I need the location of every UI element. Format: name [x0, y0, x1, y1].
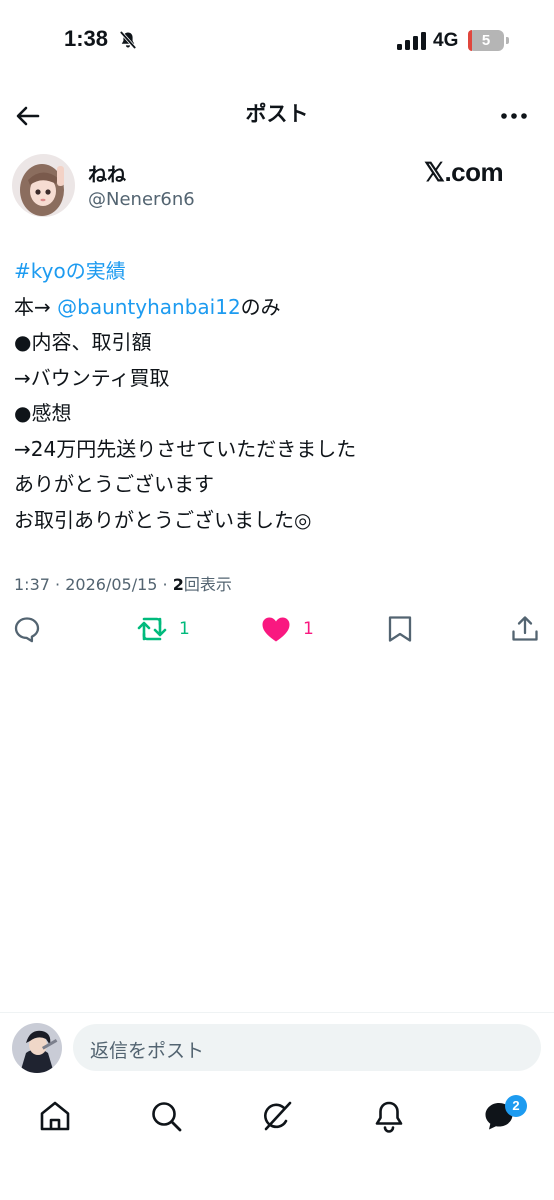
- divider: [0, 1012, 554, 1013]
- notifications-icon[interactable]: [371, 1098, 407, 1134]
- grok-icon[interactable]: [259, 1098, 295, 1134]
- x-com-watermark: 𝕏.com: [424, 157, 504, 187]
- post-line: ●内容、取引額: [14, 330, 152, 354]
- author-name[interactable]: ねね: [88, 160, 126, 187]
- views-label[interactable]: 回表示: [184, 575, 232, 594]
- retweet-icon: [137, 617, 167, 641]
- more-icon[interactable]: [496, 100, 532, 132]
- meta-separator: ·: [55, 575, 61, 594]
- post-line: ありがとうございます: [14, 472, 214, 496]
- status-bar: 1:38 4G 5: [0, 0, 554, 84]
- battery-icon: 5: [468, 30, 504, 51]
- mention-link[interactable]: @bauntyhanbai12: [57, 295, 241, 319]
- post-meta: 1:37 · 2026/05/15 · 2回表示: [14, 571, 232, 595]
- like-count: 1: [303, 619, 314, 639]
- hashtag-link[interactable]: #kyoの実績: [14, 259, 126, 283]
- reply-placeholder: 返信をポスト: [90, 1040, 205, 1062]
- current-user-avatar[interactable]: [12, 1023, 62, 1073]
- post-line: お取引ありがとうございました◎: [14, 507, 312, 532]
- messages-badge: 2: [505, 1095, 527, 1117]
- bookmark-icon: [388, 616, 412, 642]
- author-avatar[interactable]: [12, 154, 75, 217]
- battery-level: 5: [481, 32, 491, 49]
- post-time: 1:37: [14, 575, 50, 594]
- bell-slash-icon: [120, 31, 136, 49]
- author-handle[interactable]: @Nener6n6: [88, 189, 195, 210]
- share-icon: [512, 616, 538, 641]
- post-line: →バウンティ買取: [14, 365, 170, 390]
- page-title: ポスト: [245, 102, 309, 126]
- post-line-suffix: のみ: [240, 294, 281, 319]
- post-text: #kyoの実績 本→ @bauntyhanbai12のみ ●内容、取引額 →バウ…: [14, 254, 544, 538]
- bottom-tab-bar: [0, 1092, 554, 1142]
- retweet-count: 1: [179, 619, 190, 639]
- home-icon[interactable]: [37, 1098, 73, 1134]
- reply-icon: [14, 617, 40, 643]
- meta-separator: ·: [162, 575, 168, 594]
- heart-icon: [262, 617, 290, 642]
- signal-bars-icon: [397, 32, 426, 50]
- views-count[interactable]: 2: [173, 575, 184, 594]
- network-type: 4G: [433, 30, 459, 51]
- search-icon[interactable]: [148, 1098, 184, 1134]
- post-line: →24万円先送りさせていただきました: [14, 436, 357, 461]
- post-date: 2026/05/15: [65, 575, 158, 594]
- post-line: ●感想: [14, 401, 72, 425]
- status-time: 1:38: [64, 26, 109, 51]
- post-header: ポスト: [0, 84, 554, 144]
- reply-input[interactable]: 返信をポスト: [73, 1024, 541, 1071]
- post-line-prefix: 本→: [14, 294, 58, 319]
